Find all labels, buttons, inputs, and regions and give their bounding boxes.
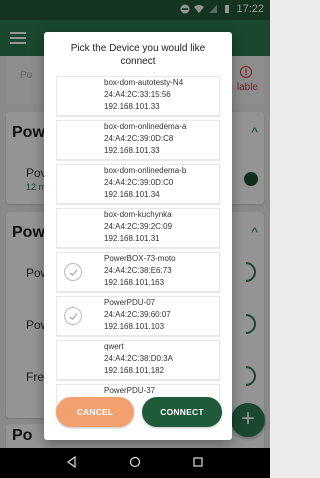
device-mac: 24:A4:2C:39:60:07 [104, 310, 171, 319]
device-ip: 192.168.101.163 [104, 278, 165, 287]
check-circle-icon[interactable] [64, 307, 82, 325]
device-ip: 192.168.101.182 [104, 366, 165, 375]
device-ip: 192.168.101.33 [104, 102, 160, 111]
device-item[interactable]: qwert 24:A4:2C:38:D0:3A 192.168.101.182 [56, 340, 220, 380]
device-name: box-dom-onlinedema-a [104, 122, 187, 131]
device-mac: 24:A4:2C:39:0D:C0 [104, 178, 174, 187]
device-ip: 192.168.101.31 [104, 234, 160, 243]
device-mac: 24:A4:2C:33:15:56 [104, 90, 171, 99]
back-icon[interactable] [66, 455, 78, 471]
device-mac: 24:A4:2C:39:0D:C8 [104, 134, 174, 143]
device-text: box-dom-kuchynka 24:A4:2C:39:2C:09 192.1… [104, 209, 172, 245]
device-item[interactable]: box-dom-autotesty-N4 24:A4:2C:33:15:56 1… [56, 76, 220, 116]
device-name: PowerPDU-07 [104, 298, 156, 307]
device-name: PowerPDU-37 [104, 386, 156, 395]
device-text: PowerBOX-73-moto 24:A4:2C:38:E6:73 192.1… [104, 253, 176, 289]
device-text: box-dom-onlinedema-b 24:A4:2C:39:0D:C0 1… [104, 165, 186, 201]
home-icon[interactable] [129, 456, 141, 471]
device-ip: 192.168.101.34 [104, 190, 160, 199]
connect-button[interactable]: CONNECT [142, 397, 222, 427]
dialog-title: Pick the Device you would like connect [70, 43, 206, 67]
device-mac: 24:A4:2C:38:D0:3A [104, 354, 173, 363]
device-name: box-dom-kuchynka [104, 210, 172, 219]
device-ip: 192.168.101.103 [104, 322, 165, 331]
device-item[interactable]: box-dom-kuchynka 24:A4:2C:39:2C:09 192.1… [56, 208, 220, 248]
device-item[interactable]: box-dom-onlinedema-a 24:A4:2C:39:0D:C8 1… [56, 120, 220, 160]
device-mac: 24:A4:2C:39:2C:09 [104, 222, 173, 231]
device-name: box-dom-autotesty-N4 [104, 78, 184, 87]
cancel-button[interactable]: CANCEL [56, 397, 134, 427]
device-name: qwert [104, 342, 124, 351]
device-text: box-dom-autotesty-N4 24:A4:2C:33:15:56 1… [104, 77, 183, 113]
device-text: PowerPDU-37 [104, 385, 155, 397]
device-item[interactable]: PowerBOX-73-moto 24:A4:2C:38:E6:73 192.1… [56, 252, 220, 292]
device-name: box-dom-onlinedema-b [104, 166, 187, 175]
device-name: PowerBOX-73-moto [104, 254, 176, 263]
recents-icon[interactable] [192, 456, 204, 471]
device-mac: 24:A4:2C:38:E6:73 [104, 266, 172, 275]
check-circle-icon[interactable] [64, 263, 82, 281]
device-item[interactable]: box-dom-onlinedema-b 24:A4:2C:39:0D:C0 1… [56, 164, 220, 204]
device-text: PowerPDU-07 24:A4:2C:39:60:07 192.168.10… [104, 297, 171, 333]
device-text: qwert 24:A4:2C:38:D0:3A 192.168.101.182 [104, 341, 173, 377]
device-text: box-dom-onlinedema-a 24:A4:2C:39:0D:C8 1… [104, 121, 186, 157]
device-ip: 192.168.101.33 [104, 146, 160, 155]
navigation-bar [0, 448, 270, 478]
device-picker-dialog: Pick the Device you would like connect b… [44, 32, 232, 440]
device-list[interactable]: box-dom-autotesty-N4 24:A4:2C:33:15:56 1… [56, 76, 220, 416]
device-item[interactable]: PowerPDU-07 24:A4:2C:39:60:07 192.168.10… [56, 296, 220, 336]
